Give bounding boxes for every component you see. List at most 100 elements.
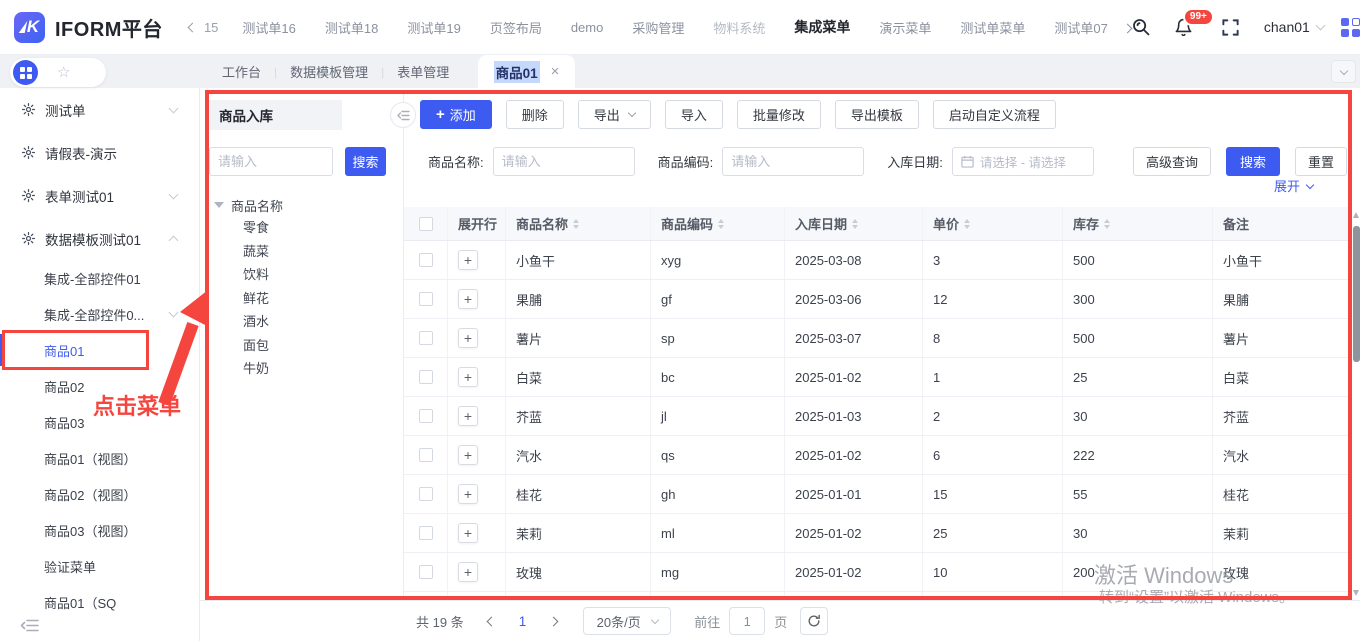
tree-node[interactable]: 酒水 — [214, 310, 283, 334]
tab-workbench[interactable]: 工作台 — [222, 62, 261, 81]
tree-node[interactable]: 蔬菜 — [214, 240, 283, 264]
row-checkbox[interactable] — [419, 409, 433, 423]
top-menu-item[interactable]: 测试单18 — [325, 18, 378, 37]
filter-input[interactable] — [723, 154, 863, 169]
toolbar-button[interactable]: + 启动自定义流程 — [933, 100, 1056, 129]
row-checkbox[interactable] — [419, 526, 433, 540]
tree-search-button[interactable]: 搜索 — [345, 147, 386, 176]
top-menu-item[interactable]: 集成菜单 — [794, 17, 850, 37]
top-menu-item[interactable]: 测试单16 — [242, 18, 295, 37]
tree-root-node[interactable]: 商品名称 — [214, 194, 283, 216]
goto-page-input[interactable] — [729, 607, 765, 635]
column-header[interactable]: 商品名称 — [506, 207, 651, 240]
toolbar-button[interactable]: + 导入 — [665, 100, 723, 129]
filter-input-box[interactable]: 请输入 — [493, 147, 635, 176]
tree-search-input[interactable] — [209, 147, 333, 176]
sort-asc-icon[interactable] — [964, 219, 970, 223]
expand-row-button[interactable]: + — [458, 484, 478, 504]
expand-row-button[interactable]: + — [458, 562, 478, 582]
expand-row-button[interactable]: + — [458, 289, 478, 309]
row-checkbox[interactable] — [419, 253, 433, 267]
apps-grid-icon[interactable] — [1341, 18, 1360, 37]
row-checkbox[interactable] — [419, 331, 433, 345]
sidebar-item[interactable]: 测试单 — [0, 88, 199, 131]
user-name[interactable]: chan01 — [1264, 19, 1310, 35]
chevron-down-icon[interactable] — [1315, 21, 1325, 31]
sort-desc-icon[interactable] — [852, 225, 858, 229]
tab-form-management[interactable]: 表单管理 — [397, 62, 449, 81]
close-icon[interactable]: × — [551, 64, 560, 79]
select-all-checkbox[interactable] — [419, 217, 433, 231]
top-menu-item[interactable]: demo — [571, 20, 604, 35]
row-checkbox[interactable] — [419, 487, 433, 501]
sort-desc-icon[interactable] — [1104, 225, 1110, 229]
favorite-star-icon[interactable]: ☆ — [57, 65, 70, 80]
row-checkbox[interactable] — [419, 565, 433, 579]
panel-collapse-button[interactable] — [390, 102, 416, 128]
toolbar-button[interactable]: + 导出模板 — [835, 100, 919, 129]
sort-icons[interactable] — [573, 219, 579, 229]
row-checkbox[interactable] — [419, 448, 433, 462]
notification-bell-icon[interactable]: 99+ — [1174, 17, 1193, 38]
search-icon[interactable] — [1131, 17, 1151, 37]
sort-icons[interactable] — [718, 219, 724, 229]
column-header[interactable]: 展开行 — [448, 207, 506, 240]
column-header[interactable]: 商品编码 — [651, 207, 785, 240]
reset-button[interactable]: 重置 — [1295, 147, 1347, 176]
top-menu-item[interactable]: 采购管理 — [632, 18, 684, 37]
page-size-select[interactable]: 20条/页 — [583, 607, 671, 635]
sidebar-item[interactable]: 表单测试01 — [0, 174, 199, 217]
table-scrollbar[interactable] — [1353, 212, 1360, 596]
search-button[interactable]: 搜索 — [1226, 147, 1280, 176]
tree-node[interactable]: 零食 — [214, 216, 283, 240]
top-menu-item[interactable]: 演示菜单 — [879, 18, 931, 37]
tab-list-dropdown-button[interactable] — [1331, 60, 1356, 83]
sidebar-item[interactable]: 商品01（SQ — [0, 584, 199, 620]
row-checkbox[interactable] — [419, 292, 433, 306]
sidebar-item[interactable]: 请假表-演示 — [0, 131, 199, 174]
top-menu-item[interactable]: 测试单菜单 — [960, 18, 1025, 37]
nav-scroll-left[interactable]: 15 — [189, 20, 218, 35]
toolbar-button[interactable]: + 导出 — [578, 100, 651, 129]
column-header[interactable]: 库存 — [1063, 207, 1213, 240]
scrollbar-thumb[interactable] — [1353, 226, 1360, 362]
toolbar-button[interactable]: + 删除 — [506, 100, 564, 129]
filter-input-box[interactable]: 请选择 - 请选择 — [952, 147, 1094, 176]
tree-node[interactable]: 鲜花 — [214, 287, 283, 311]
fullscreen-icon[interactable] — [1221, 18, 1240, 37]
sidebar-collapse-icon[interactable] — [20, 618, 39, 633]
sidebar-item[interactable]: 集成-全部控件01 — [0, 260, 199, 296]
toolbar-button[interactable]: + 批量修改 — [737, 100, 821, 129]
nav-scroll-right[interactable] — [1124, 20, 1131, 35]
sort-asc-icon[interactable] — [718, 219, 724, 223]
tree-node[interactable]: 牛奶 — [214, 357, 283, 381]
sort-icons[interactable] — [1104, 219, 1110, 229]
sidebar-item[interactable]: 数据模板测试01 — [0, 217, 199, 260]
top-menu-item[interactable]: 测试单07 — [1054, 18, 1107, 37]
advanced-query-button[interactable]: 高级查询 — [1133, 147, 1211, 176]
current-page-button[interactable]: 1 — [519, 614, 527, 629]
sort-desc-icon[interactable] — [573, 225, 579, 229]
top-menu-item[interactable]: 页签布局 — [490, 18, 542, 37]
column-header[interactable]: 单价 — [923, 207, 1063, 240]
expand-filters-link[interactable]: 展开 — [1274, 176, 1313, 195]
refresh-button[interactable] — [800, 607, 828, 635]
filter-input[interactable] — [494, 154, 634, 169]
next-page-button[interactable] — [549, 616, 559, 626]
sort-asc-icon[interactable] — [1104, 219, 1110, 223]
expand-row-button[interactable]: + — [458, 328, 478, 348]
expand-row-button[interactable]: + — [458, 406, 478, 426]
tree-expand-caret-icon[interactable] — [214, 202, 224, 208]
sidebar-item[interactable]: 商品01 — [0, 332, 199, 368]
column-header[interactable]: 入库日期 — [785, 207, 923, 240]
scroll-down-arrow-icon[interactable] — [1353, 590, 1359, 596]
sidebar-item[interactable]: 验证菜单 — [0, 548, 199, 584]
prev-page-button[interactable] — [486, 616, 496, 626]
sort-icons[interactable] — [852, 219, 858, 229]
expand-row-button[interactable]: + — [458, 250, 478, 270]
filter-input-box[interactable]: 请输入 — [722, 147, 864, 176]
sort-asc-icon[interactable] — [573, 219, 579, 223]
expand-row-button[interactable]: + — [458, 367, 478, 387]
toolbar-button[interactable]: + 添加 — [420, 100, 492, 129]
top-menu-item[interactable]: 测试单19 — [407, 18, 460, 37]
